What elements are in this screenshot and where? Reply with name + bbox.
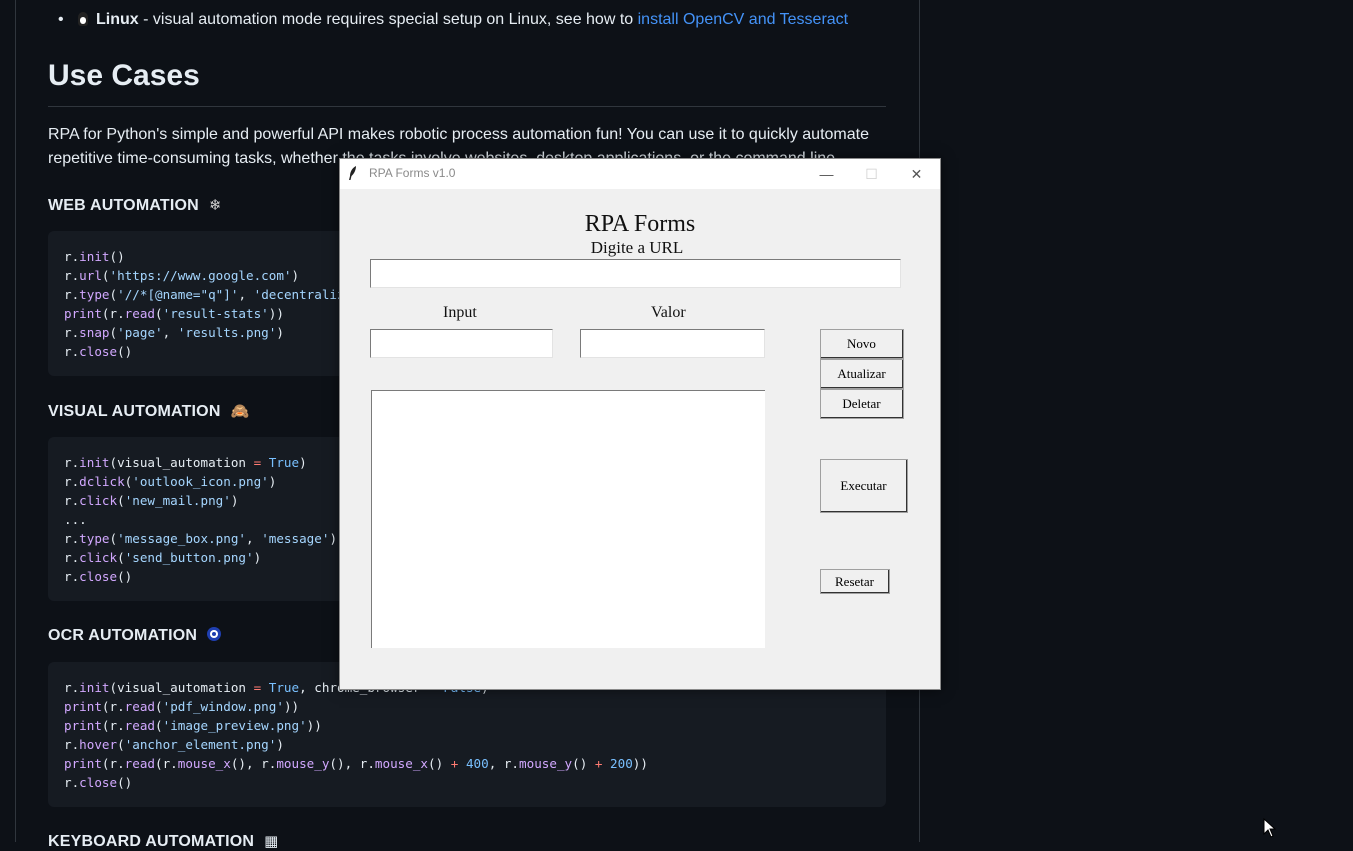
feather-icon <box>349 166 356 180</box>
minimize-button[interactable]: — <box>804 159 849 189</box>
section-title: WEB AUTOMATION <box>48 197 199 214</box>
bullet-name: Linux <box>96 11 139 28</box>
maximize-button[interactable]: ☐ <box>849 159 894 189</box>
input-field[interactable] <box>370 329 553 358</box>
penguin-icon <box>78 12 88 26</box>
window-title: RPA Forms v1.0 <box>369 166 456 180</box>
items-listbox[interactable] <box>371 390 765 648</box>
visual-automation-heading: VISUAL AUTOMATION 🙈 <box>48 402 249 421</box>
atualizar-button[interactable]: Atualizar <box>820 359 904 389</box>
valor-field[interactable] <box>580 329 765 358</box>
bullet-text: - visual automation mode requires specia… <box>138 11 638 28</box>
snowflake-icon: ❄ <box>208 197 222 214</box>
url-input[interactable] <box>370 259 901 288</box>
window-titlebar[interactable]: RPA Forms v1.0 — ☐ ✕ <box>340 159 940 189</box>
executar-button[interactable]: Executar <box>820 459 908 513</box>
novo-button[interactable]: Novo <box>820 329 904 359</box>
deletar-button[interactable]: Deletar <box>820 389 904 419</box>
resetar-button[interactable]: Resetar <box>820 569 890 594</box>
section-title: VISUAL AUTOMATION <box>48 403 221 420</box>
use-cases-heading: Use Cases <box>48 59 200 92</box>
mouse-cursor-icon <box>1263 818 1277 838</box>
ocr-automation-heading: OCR AUTOMATION <box>48 627 222 645</box>
url-label: Digite a URL <box>590 238 684 257</box>
close-button[interactable]: ✕ <box>894 159 939 189</box>
bullet-dot: • <box>58 11 64 28</box>
eye-icon <box>207 627 222 644</box>
web-automation-heading: WEB AUTOMATION ❄ <box>48 196 222 215</box>
linux-bullet: • Linux - visual automation mode require… <box>58 11 848 29</box>
heading-divider <box>48 106 886 107</box>
form-heading: RPA Forms <box>584 211 696 237</box>
monkey-icon: 🙈 <box>230 403 250 420</box>
section-title: OCR AUTOMATION <box>48 627 198 644</box>
valor-label: Valor <box>651 304 686 321</box>
rpa-forms-window: RPA Forms v1.0 — ☐ ✕ RPA Forms Digite a … <box>339 158 941 690</box>
install-opencv-link[interactable]: install OpenCV and Tesseract <box>638 11 848 28</box>
keyboard-icon: ▦ <box>264 833 279 850</box>
input-label: Input <box>443 304 477 321</box>
